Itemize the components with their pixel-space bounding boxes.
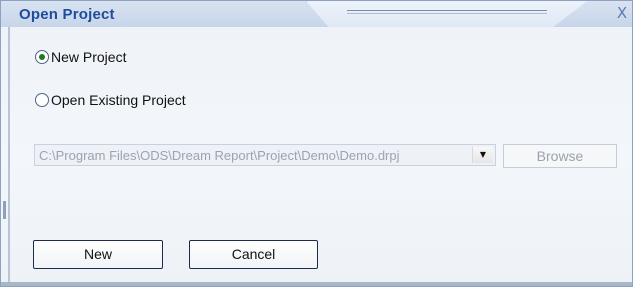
radio-label-new-project: New Project (51, 49, 127, 65)
resize-grip (3, 201, 6, 219)
title-bar-grip (306, 1, 587, 27)
window-title: Open Project (19, 6, 115, 23)
radio-button-icon[interactable] (35, 50, 49, 64)
close-icon[interactable]: X (613, 4, 631, 22)
cancel-button[interactable]: Cancel (189, 240, 318, 269)
open-project-dialog: Open Project X New Project Open Existing… (0, 0, 633, 287)
project-path-value: C:\Program Files\ODS\Dream Report\Projec… (39, 148, 400, 163)
bottom-border (1, 282, 632, 286)
radio-label-open-existing: Open Existing Project (51, 92, 186, 108)
dropdown-arrow-icon[interactable]: ▼ (472, 147, 493, 163)
radio-button-icon[interactable] (35, 93, 49, 107)
radio-open-existing-project[interactable]: Open Existing Project (35, 92, 186, 108)
project-path-combo[interactable]: C:\Program Files\ODS\Dream Report\Projec… (34, 144, 496, 166)
new-button[interactable]: New (33, 240, 163, 269)
radio-new-project[interactable]: New Project (35, 49, 126, 65)
browse-button[interactable]: Browse (503, 144, 617, 168)
frame-edge (8, 27, 10, 286)
title-bar[interactable]: Open Project X (1, 1, 632, 27)
